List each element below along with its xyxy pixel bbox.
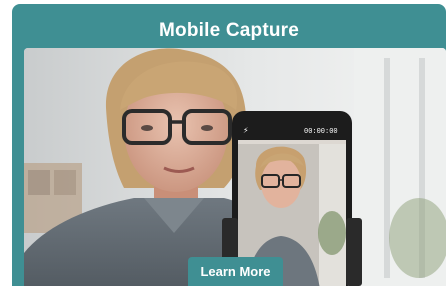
flash-off-icon: ⚡ (243, 126, 249, 135)
mobile-capture-card: Mobile Capture 00:00:00 ⚡ Learn More (12, 4, 446, 286)
photo-illustration (24, 48, 446, 286)
card-title: Mobile Capture (158, 20, 300, 41)
hero-photo: 00:00:00 ⚡ (24, 48, 446, 286)
recording-timer: 00:00:00 (304, 128, 338, 136)
learn-more-button[interactable]: Learn More (188, 257, 283, 286)
